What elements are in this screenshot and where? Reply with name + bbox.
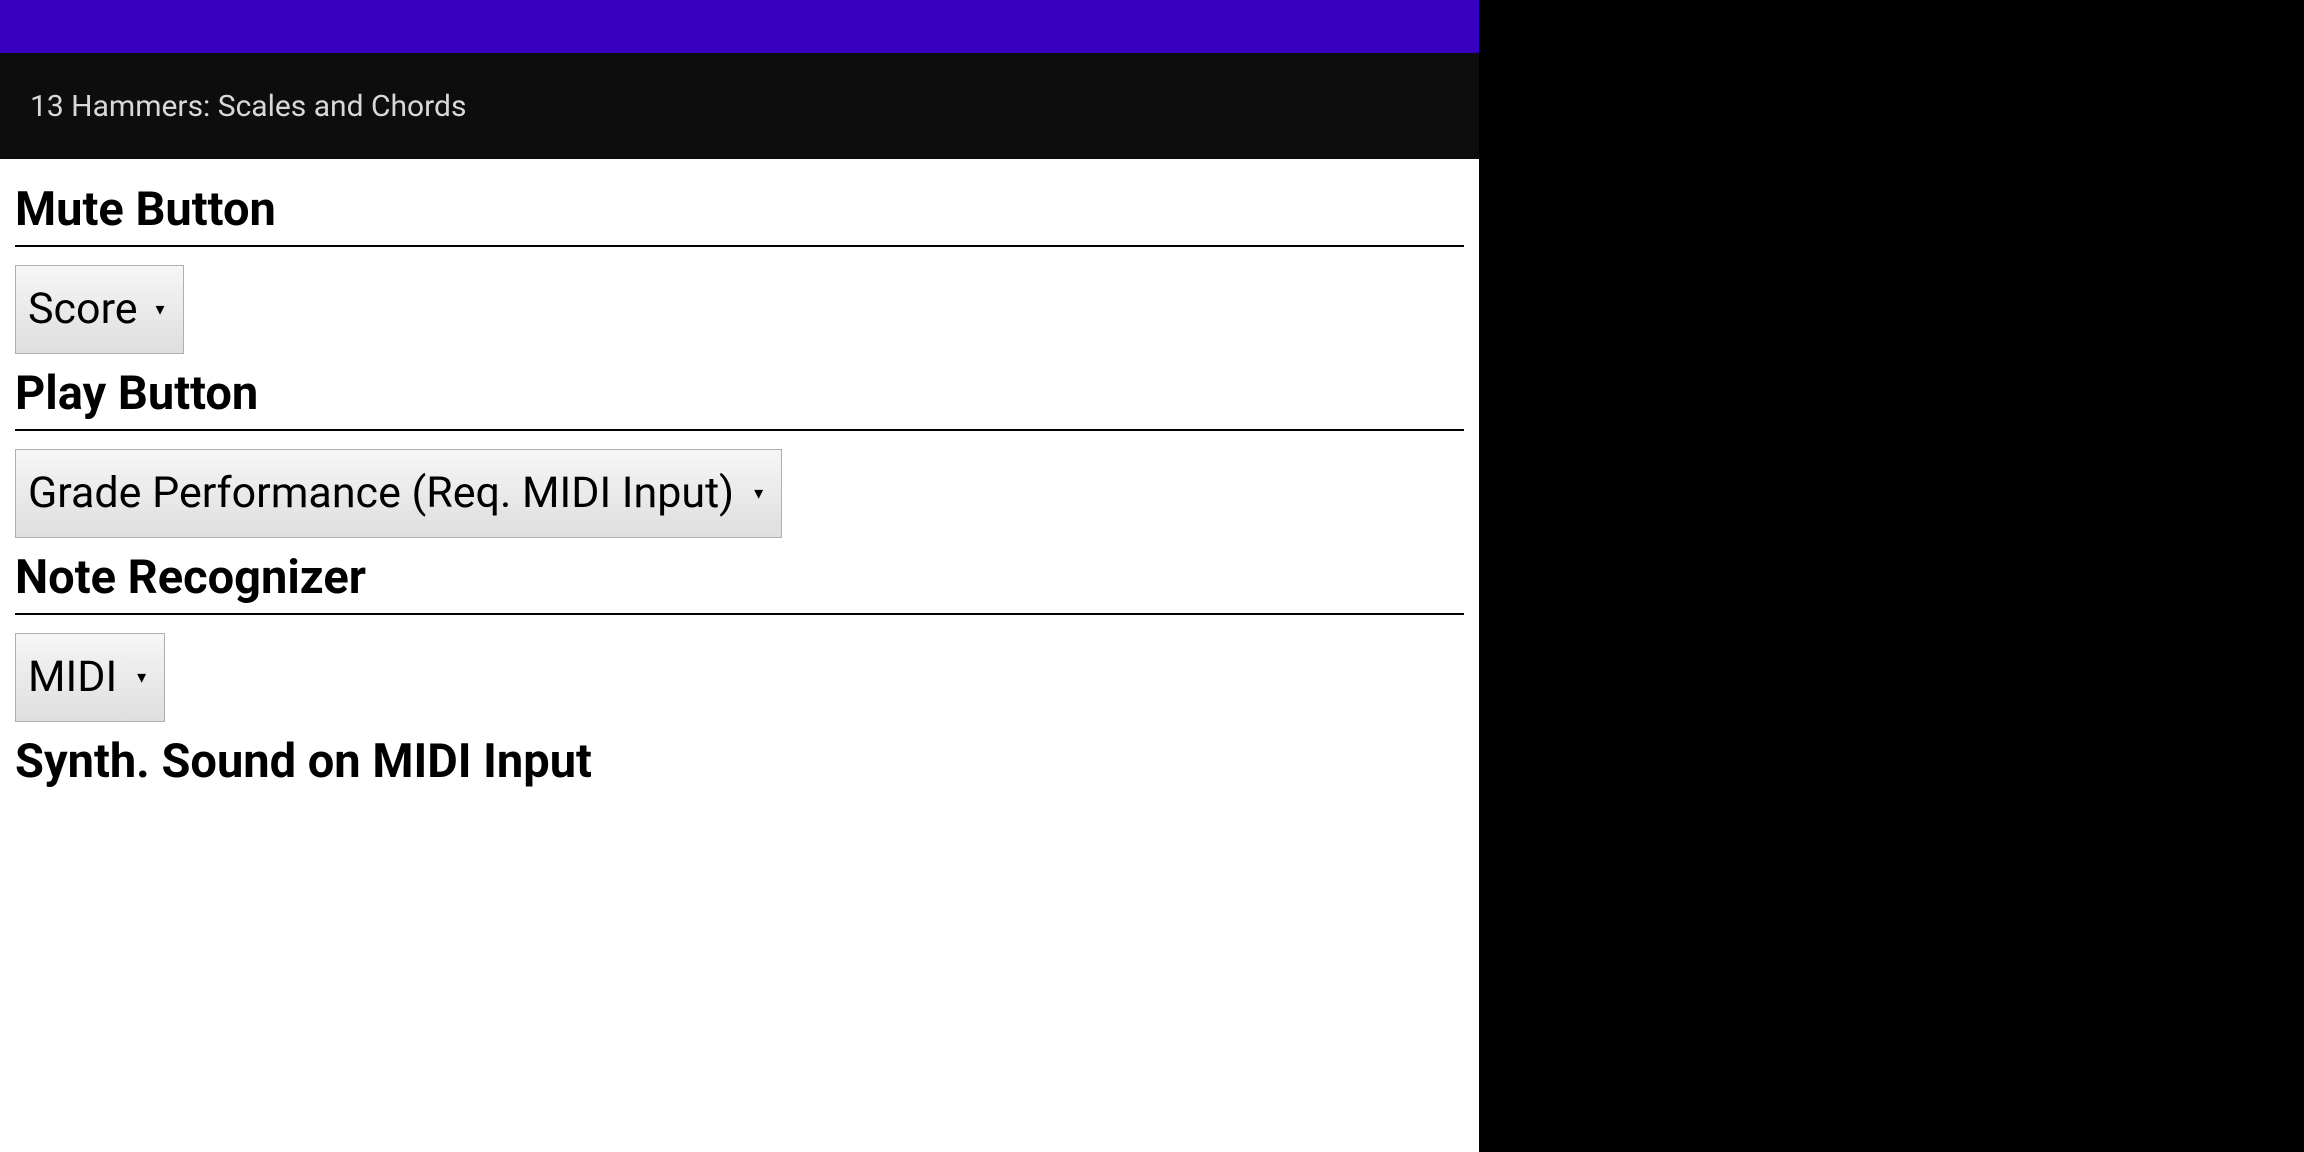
synth-sound-heading: Synth. Sound on MIDI Input [15,734,1464,789]
play-button-heading: Play Button [15,366,1464,421]
page-title: 13 Hammers: Scales and Chords [30,89,466,124]
chevron-down-icon: ▾ [137,669,146,687]
title-bar: 13 Hammers: Scales and Chords [0,53,1479,159]
mute-button-heading: Mute Button [15,182,1464,237]
note-recognizer-select[interactable]: MIDI ▾ [15,633,165,722]
divider [15,613,1464,615]
chevron-down-icon: ▾ [754,485,763,503]
mute-button-select[interactable]: Score ▾ [15,265,184,354]
play-button-select[interactable]: Grade Performance (Req. MIDI Input) ▾ [15,449,782,538]
divider [15,245,1464,247]
app-container: 13 Hammers: Scales and Chords Mute Butto… [0,0,1479,1152]
note-recognizer-heading: Note Recognizer [15,550,1464,605]
note-recognizer-select-value: MIDI [28,656,117,699]
settings-content: Mute Button Score ▾ Play Button Grade Pe… [0,159,1479,789]
play-button-select-value: Grade Performance (Req. MIDI Input) [28,472,734,515]
status-bar [0,0,1479,53]
mute-button-select-value: Score [28,288,138,331]
divider [15,429,1464,431]
chevron-down-icon: ▾ [156,301,165,319]
